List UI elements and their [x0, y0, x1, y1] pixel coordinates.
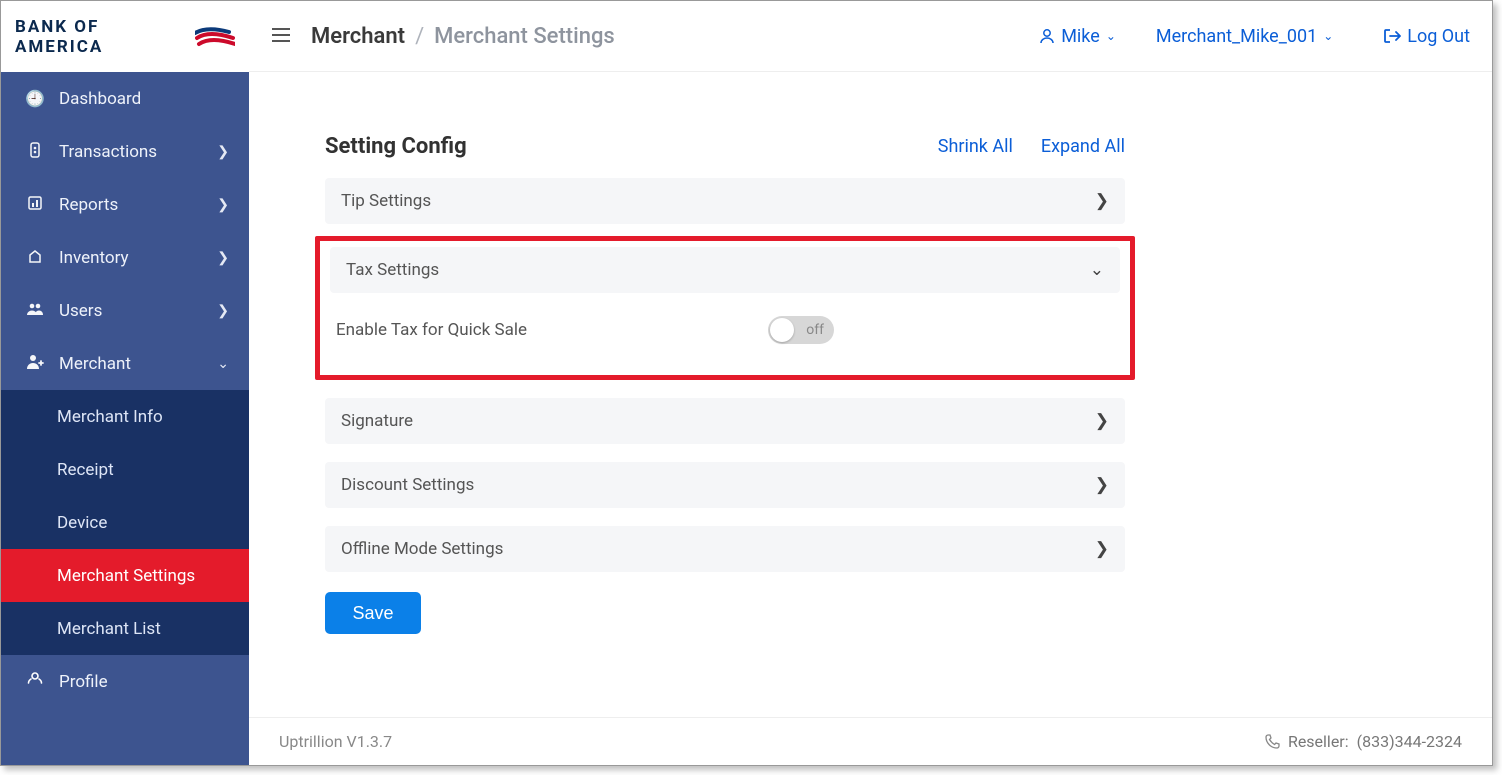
section-label: Offline Mode Settings: [341, 539, 503, 559]
user-icon: [1039, 28, 1055, 44]
sidebar-item-label: Inventory: [59, 248, 217, 268]
section-tip-settings[interactable]: Tip Settings ❯: [325, 178, 1125, 224]
sidebar-item-label: Reports: [59, 195, 217, 215]
enable-tax-toggle[interactable]: off: [768, 316, 834, 344]
sidebar-item-merchant[interactable]: Merchant ⌄: [1, 337, 249, 390]
sidebar-sub-receipt[interactable]: Receipt: [1, 443, 249, 496]
section-tax-settings[interactable]: Tax Settings ⌄: [330, 247, 1120, 293]
transactions-icon: [25, 142, 45, 162]
save-button[interactable]: Save: [325, 592, 421, 634]
card-header: Setting Config Shrink All Expand All: [325, 124, 1125, 168]
brand-name: BANK OF AMERICA: [15, 17, 189, 57]
sidebar-item-reports[interactable]: Reports ❯: [1, 178, 249, 231]
reports-icon: [25, 195, 45, 215]
content-area: Setting Config Shrink All Expand All Tip…: [249, 72, 1492, 717]
chevron-right-icon: ❯: [1095, 475, 1109, 495]
chevron-down-icon: ⌄: [217, 356, 229, 372]
merchant-selector[interactable]: Merchant_Mike_001 ⌄: [1156, 26, 1333, 47]
sections-list: Tip Settings ❯ Tax Settings ⌄: [325, 178, 1125, 634]
sidebar-sub-label: Merchant List: [57, 619, 161, 639]
logout-link[interactable]: Log Out: [1383, 26, 1470, 47]
sidebar-item-dashboard[interactable]: 🕘 Dashboard: [1, 72, 249, 125]
profile-icon: [25, 671, 45, 692]
app-version: Uptrillion V1.3.7: [279, 732, 392, 751]
sidebar-item-label: Transactions: [59, 142, 217, 162]
chevron-down-icon: ⌄: [1106, 29, 1116, 43]
sidebar: BANK OF AMERICA 🕘 Dashboard Transactions…: [1, 1, 249, 765]
sidebar-sub-label: Merchant Settings: [57, 566, 195, 586]
app-frame: BANK OF AMERICA 🕘 Dashboard Transactions…: [0, 0, 1493, 766]
phone-icon: [1264, 734, 1280, 750]
breadcrumb-parent[interactable]: Merchant: [311, 24, 405, 49]
logout-icon: [1383, 28, 1401, 44]
chevron-right-icon: ❯: [217, 144, 229, 160]
breadcrumb: Merchant / Merchant Settings: [311, 24, 615, 49]
chevron-down-icon: ⌄: [1090, 260, 1104, 280]
enable-tax-row: Enable Tax for Quick Sale off: [330, 293, 1120, 367]
section-label: Signature: [341, 411, 413, 431]
reseller-label: Reseller:: [1288, 732, 1349, 751]
sidebar-item-label: Users: [59, 301, 217, 321]
merchant-id: Merchant_Mike_001: [1156, 26, 1317, 47]
chevron-right-icon: ❯: [1095, 191, 1109, 211]
section-discount-settings[interactable]: Discount Settings ❯: [325, 462, 1125, 508]
sidebar-item-label: Profile: [59, 672, 108, 692]
user-name: Mike: [1061, 26, 1100, 47]
sidebar-item-label: Dashboard: [59, 89, 229, 109]
shrink-all-link[interactable]: Shrink All: [938, 136, 1013, 157]
merchant-icon: [25, 354, 45, 374]
sidebar-sub-merchant-info[interactable]: Merchant Info: [1, 390, 249, 443]
breadcrumb-separator: /: [415, 24, 424, 49]
settings-card: Setting Config Shrink All Expand All Tip…: [283, 98, 1453, 674]
sidebar-sub-label: Receipt: [57, 460, 114, 480]
section-label: Discount Settings: [341, 475, 474, 495]
expand-all-link[interactable]: Expand All: [1041, 136, 1125, 157]
tax-settings-highlight: Tax Settings ⌄ Enable Tax for Quick Sale…: [315, 236, 1135, 380]
sidebar-sub-merchant-list[interactable]: Merchant List: [1, 602, 249, 655]
sidebar-sub-label: Merchant Info: [57, 407, 163, 427]
chevron-down-icon: ⌄: [1323, 29, 1333, 43]
sidebar-item-transactions[interactable]: Transactions ❯: [1, 125, 249, 178]
user-menu[interactable]: Mike ⌄: [1039, 26, 1116, 47]
breadcrumb-current: Merchant Settings: [434, 24, 615, 49]
sidebar-item-users[interactable]: Users ❯: [1, 284, 249, 337]
topbar: Merchant / Merchant Settings Mike ⌄ Merc…: [249, 1, 1492, 72]
sidebar-sub-device[interactable]: Device: [1, 496, 249, 549]
inventory-icon: [25, 248, 45, 268]
sidebar-sub-label: Device: [57, 513, 107, 533]
section-signature[interactable]: Signature ❯: [325, 398, 1125, 444]
menu-toggle-icon[interactable]: [271, 24, 291, 48]
sidebar-sub-merchant-settings[interactable]: Merchant Settings: [1, 549, 249, 602]
card-title: Setting Config: [325, 134, 467, 159]
chevron-right-icon: ❯: [217, 197, 229, 213]
chevron-right-icon: ❯: [217, 303, 229, 319]
footer: Uptrillion V1.3.7 Reseller: (833)344-232…: [249, 717, 1492, 765]
sidebar-item-inventory[interactable]: Inventory ❯: [1, 231, 249, 284]
reseller-phone: (833)344-2324: [1357, 732, 1462, 751]
sidebar-item-profile[interactable]: Profile: [1, 655, 249, 708]
brand-flag-icon: [195, 24, 235, 50]
sidebar-item-label: Merchant: [59, 354, 217, 374]
chevron-right-icon: ❯: [1095, 539, 1109, 559]
dashboard-icon: 🕘: [25, 89, 45, 108]
chevron-right-icon: ❯: [217, 250, 229, 266]
section-label: Tip Settings: [341, 191, 431, 211]
chevron-right-icon: ❯: [1095, 411, 1109, 431]
reseller-info: Reseller: (833)344-2324: [1264, 732, 1462, 751]
logout-label: Log Out: [1407, 26, 1470, 47]
enable-tax-label: Enable Tax for Quick Sale: [336, 320, 527, 340]
section-offline-mode[interactable]: Offline Mode Settings ❯: [325, 526, 1125, 572]
main-area: Merchant / Merchant Settings Mike ⌄ Merc…: [249, 1, 1492, 765]
toggle-state-text: off: [806, 322, 824, 338]
toggle-knob: [770, 318, 794, 342]
section-label: Tax Settings: [346, 260, 439, 280]
users-icon: [25, 301, 45, 320]
brand-logo: BANK OF AMERICA: [1, 1, 249, 72]
